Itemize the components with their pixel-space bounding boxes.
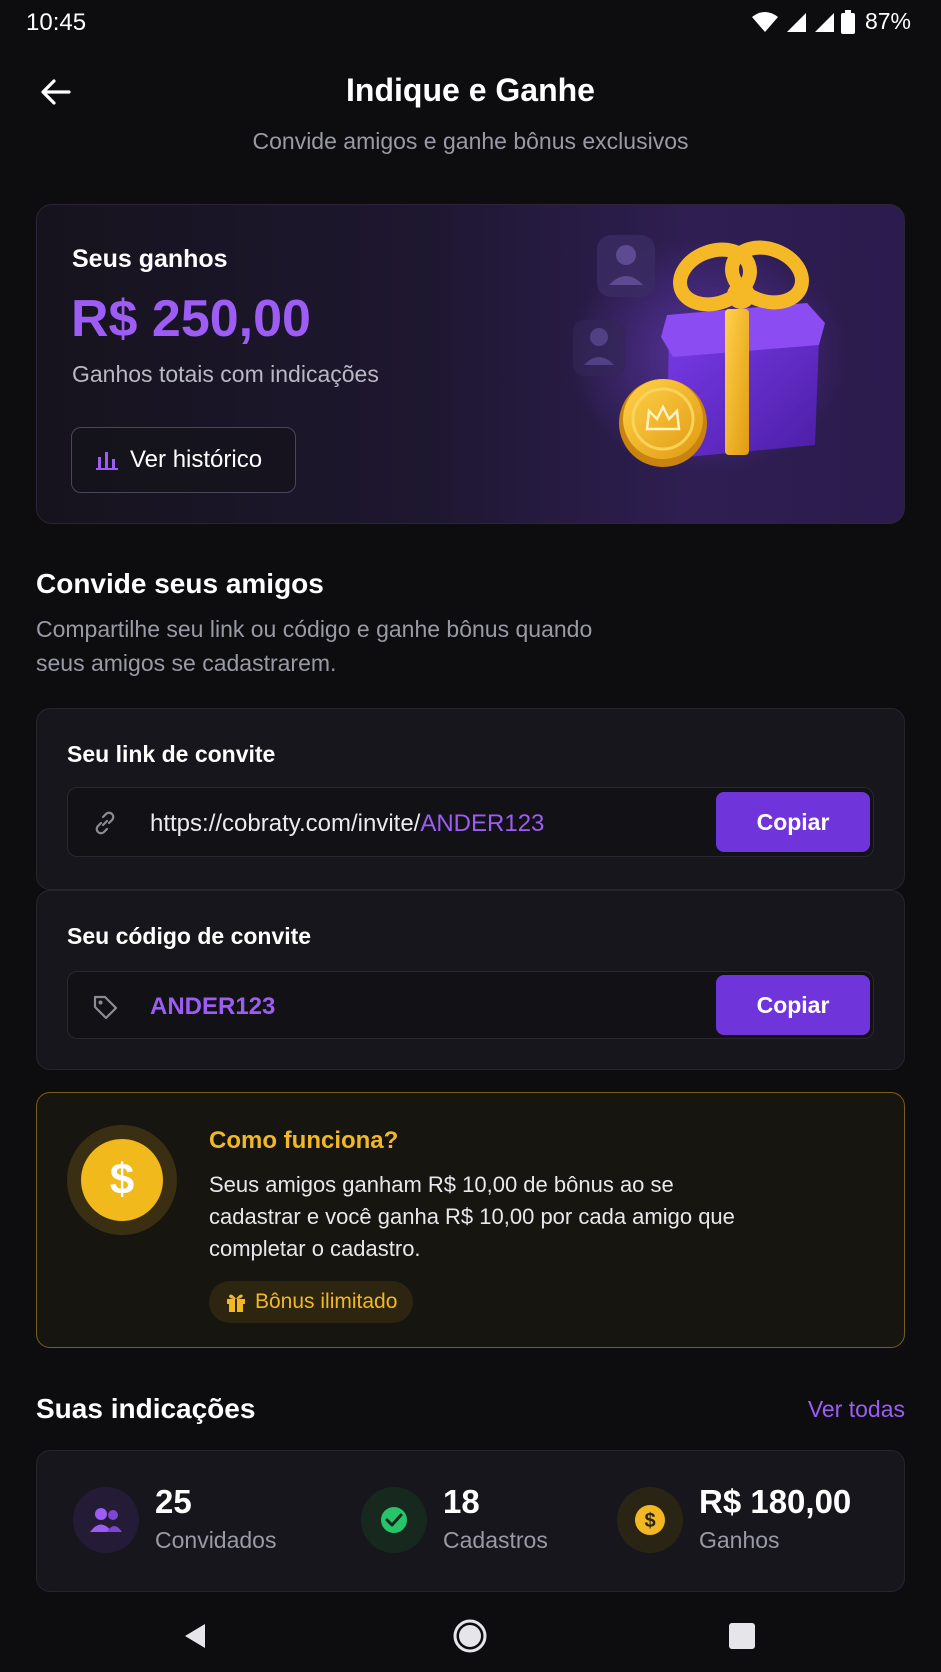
- earnings-value: R$ 250,00: [71, 290, 311, 348]
- see-all-link[interactable]: Ver todas: [808, 1396, 905, 1423]
- dollar-coin-icon: $: [617, 1487, 683, 1553]
- invite-link-card: Seu link de convite https://cobraty.com/…: [36, 708, 905, 890]
- square-recents-icon: [729, 1623, 755, 1649]
- screen: 10:45 87% Indique e Ganhe Convide amigos…: [0, 0, 941, 1672]
- triangle-back-icon: [185, 1624, 205, 1648]
- invite-link-label: Seu link de convite: [67, 741, 276, 767]
- status-time: 10:45: [26, 9, 87, 36]
- stat-registered-caption: Cadastros: [443, 1527, 548, 1553]
- invite-section-title: Convide seus amigos: [36, 568, 324, 599]
- stat-invited-value: 25: [155, 1483, 192, 1520]
- how-it-works-text: Seus amigos ganham R$ 10,00 de bônus ao …: [209, 1172, 735, 1261]
- status-icons: 87%: [751, 8, 911, 35]
- stat-earnings-value: R$ 180,00: [699, 1483, 852, 1520]
- invite-code-card: Seu código de convite ANDER123 Copiar: [36, 890, 905, 1070]
- copy-link-button[interactable]: Copiar: [716, 792, 870, 852]
- invite-code-label: Seu código de convite: [67, 923, 312, 949]
- invite-section-description: Compartilhe seu link ou código e ganhe b…: [36, 616, 593, 676]
- bonus-badge: Bônus ilimitado: [209, 1281, 414, 1323]
- navigation-bar: [0, 1600, 941, 1672]
- wifi-icon: [751, 11, 778, 32]
- signal-icon-2: [814, 12, 834, 32]
- nav-home-button[interactable]: [450, 1616, 490, 1656]
- invite-code-value: ANDER123: [150, 993, 276, 1020]
- check-icon: [361, 1487, 427, 1553]
- copy-code-button[interactable]: Copiar: [716, 975, 870, 1035]
- nav-recents-button[interactable]: [722, 1616, 762, 1656]
- tag-icon: [93, 995, 118, 1020]
- battery-icon: [840, 9, 855, 34]
- earnings-card: Seus ganhos R$ 250,00 Ganhos totais com …: [36, 204, 905, 524]
- how-it-works-card: $ Como funciona? Seus amigos ganham R$ 1…: [36, 1092, 905, 1348]
- page-subtitle: Convide amigos e ganhe bônus exclusivos: [252, 128, 689, 154]
- page-title: Indique e Ganhe: [346, 72, 595, 108]
- dollar-coin-icon: $: [81, 1139, 163, 1221]
- invite-link-url: https://cobraty.com/invite/ANDER123: [150, 810, 544, 838]
- status-bar: 10:45 87%: [0, 0, 941, 48]
- stat-invited-caption: Convidados: [155, 1527, 277, 1553]
- stat-registered-value: 18: [443, 1483, 480, 1520]
- battery-level: 87%: [864, 8, 911, 34]
- how-it-works-title: Como funciona?: [209, 1127, 399, 1154]
- bonus-badge-label: Bônus ilimitado: [255, 1290, 398, 1313]
- gift-icon: [227, 1294, 245, 1312]
- circle-home-icon: [453, 1619, 487, 1653]
- invite-link-url-code: ANDER123: [420, 810, 545, 837]
- invite-link-url-prefix: https://cobraty.com/invite/: [150, 810, 421, 837]
- referral-stats-card: 25 Convidados 18 Cadastros $ R$ 180,00 G…: [36, 1450, 905, 1592]
- history-button[interactable]: Ver histórico: [71, 427, 296, 493]
- invite-link-field[interactable]: https://cobraty.com/invite/ANDER123 Copi…: [67, 787, 874, 857]
- earnings-description: Ganhos totais com indicações: [72, 361, 379, 387]
- earnings-label: Seus ganhos: [72, 245, 228, 273]
- link-icon: [95, 811, 115, 835]
- users-icon: [73, 1487, 139, 1553]
- gift-illustration: [567, 235, 847, 475]
- history-button-label: Ver histórico: [130, 446, 263, 473]
- signal-icon: [786, 12, 806, 32]
- invite-code-field[interactable]: ANDER123 Copiar: [67, 971, 874, 1039]
- bar-chart-icon: [96, 452, 118, 470]
- stat-earnings-caption: Ganhos: [699, 1527, 780, 1553]
- header: Indique e Ganhe: [0, 60, 941, 120]
- svg-text:$: $: [644, 1510, 655, 1532]
- nav-back-button[interactable]: [176, 1616, 216, 1656]
- referrals-title: Suas indicações: [36, 1393, 256, 1424]
